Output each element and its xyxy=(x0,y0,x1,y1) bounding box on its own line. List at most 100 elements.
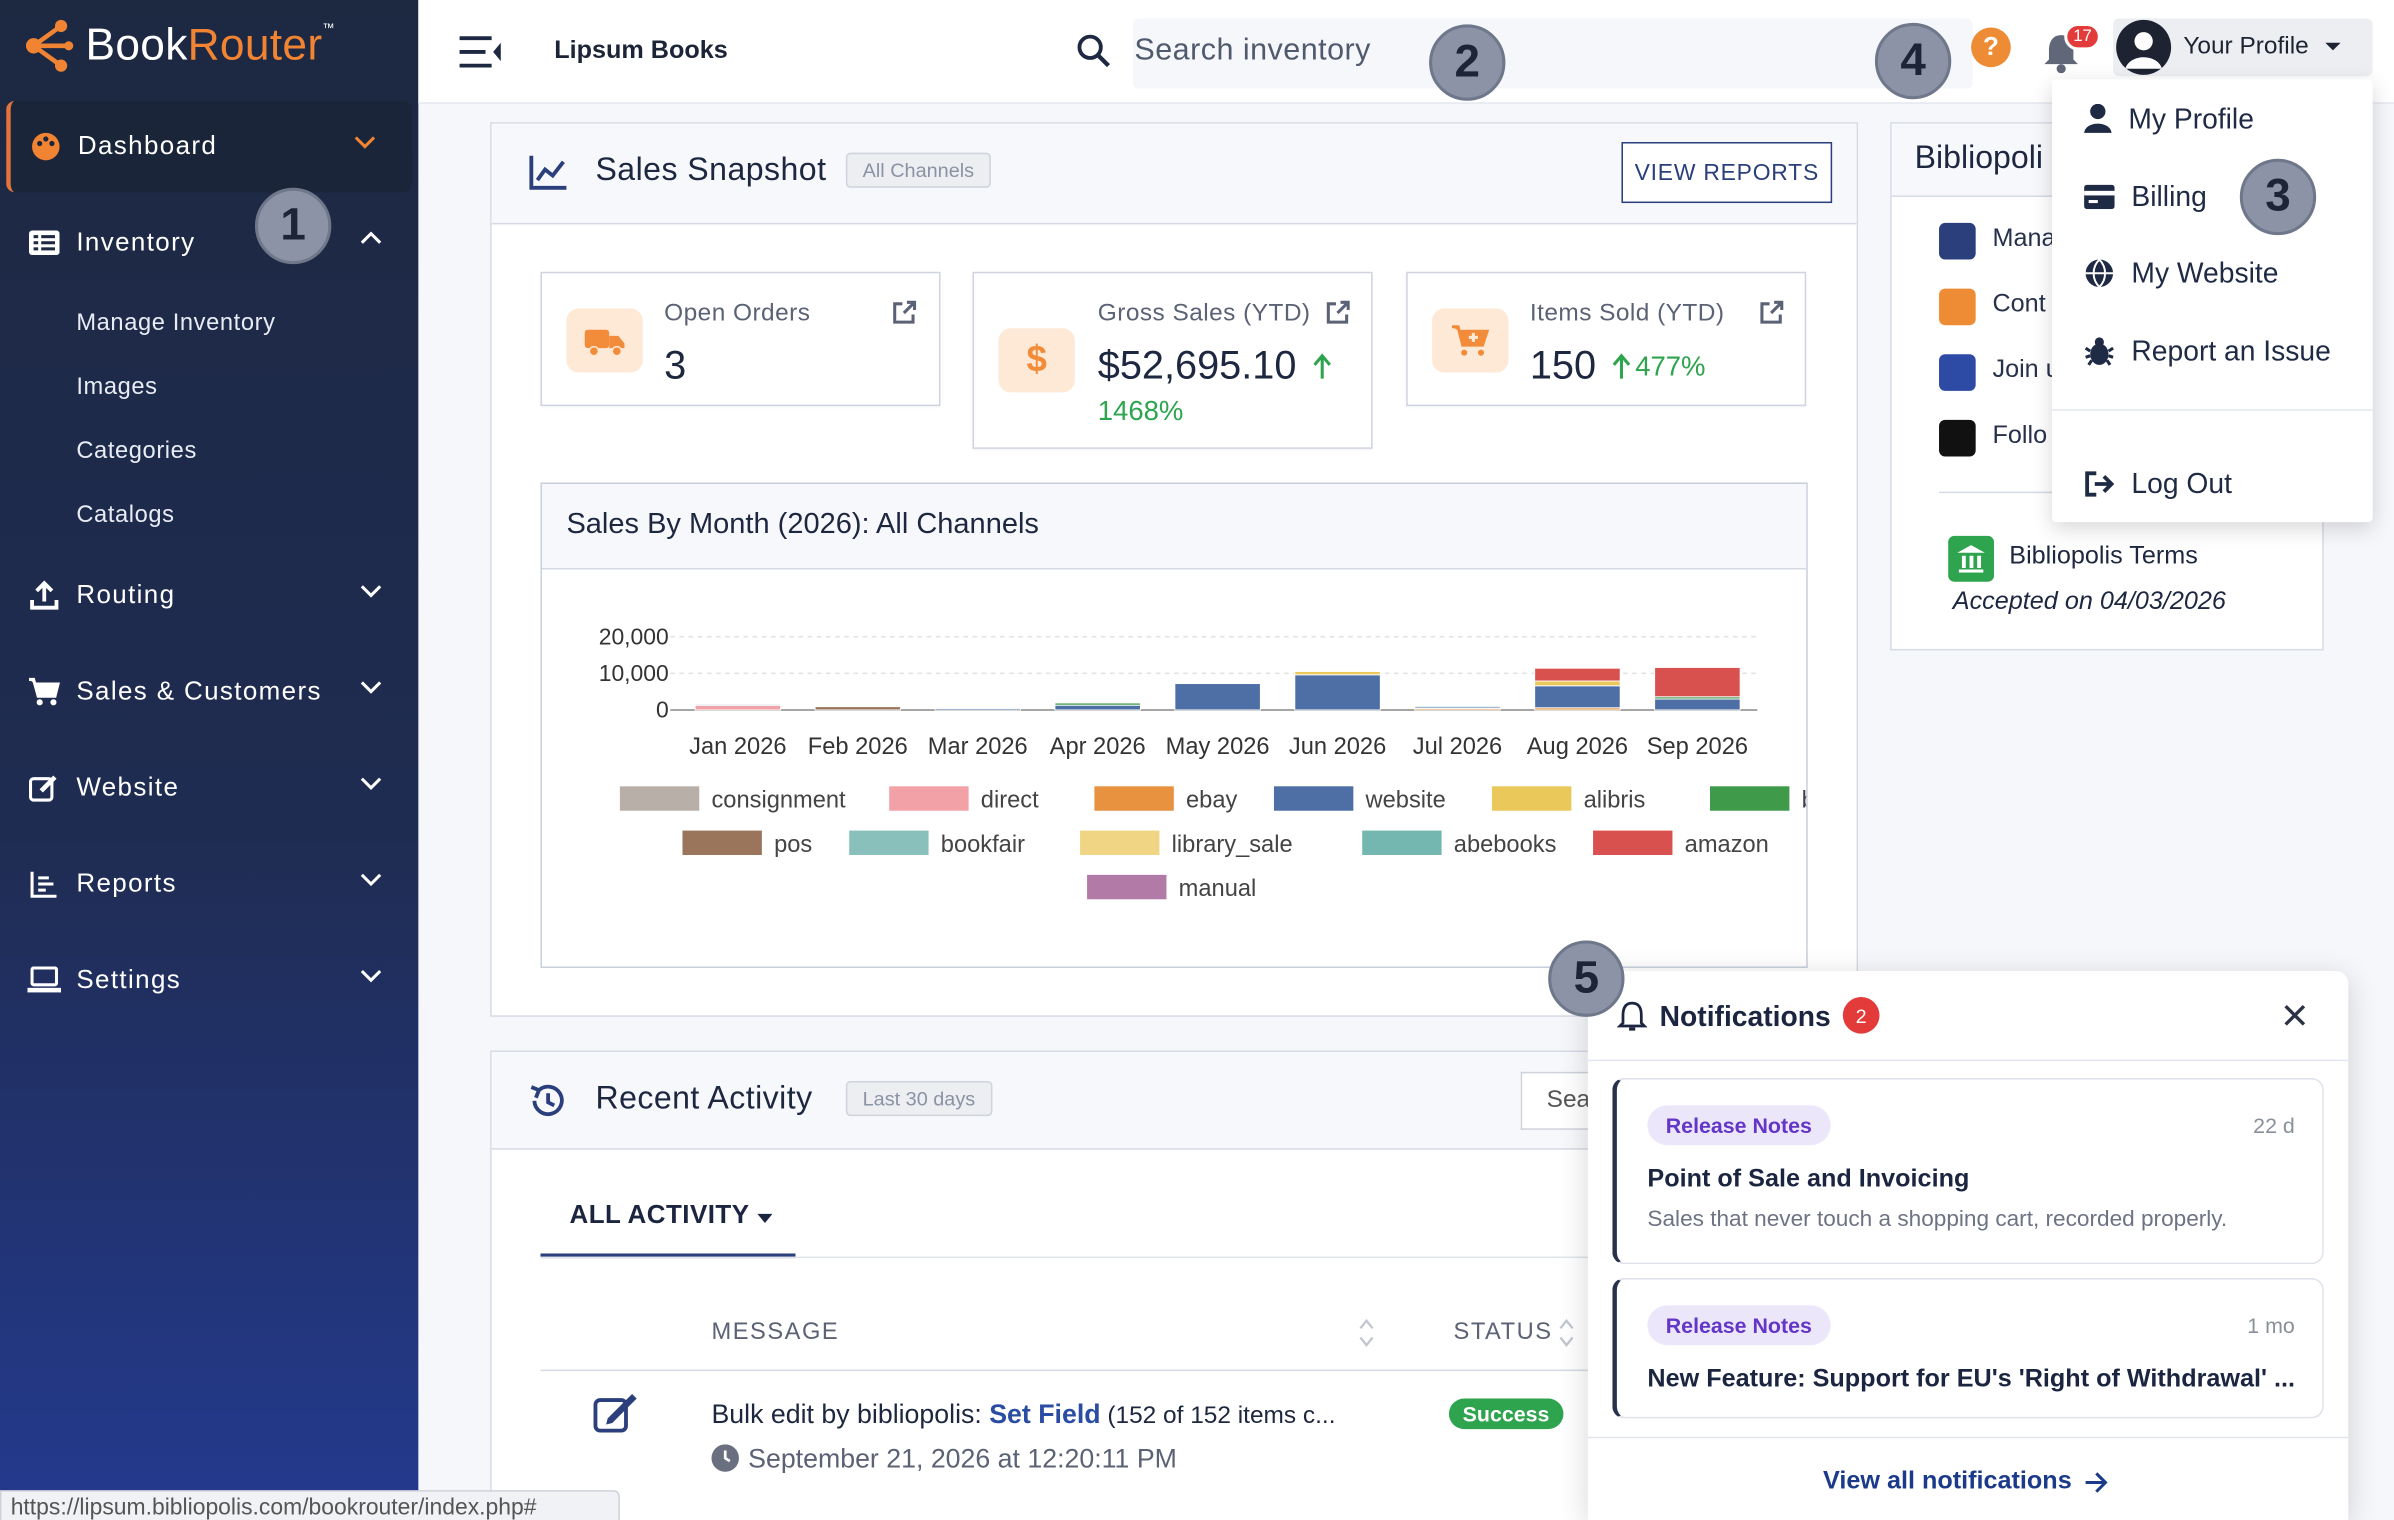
notification-title: Point of Sale and Invoicing xyxy=(1647,1164,1970,1193)
legend-label: consignment xyxy=(711,788,846,814)
legend-swatch xyxy=(1273,786,1354,811)
y-tick-label: 0 xyxy=(656,697,669,723)
help-icon[interactable]: ? xyxy=(1971,27,2011,68)
menu-item-billing[interactable]: Billing xyxy=(2084,180,2207,214)
legend-swatch xyxy=(1710,786,1790,811)
sidebar-item-sales-customers[interactable]: Sales & Customers xyxy=(0,646,418,738)
sidebar-subitem-catalogs[interactable]: Catalogs xyxy=(76,502,174,529)
menu-item-label: Log Out xyxy=(2131,467,2232,500)
notification-item[interactable]: Release Notes 1 mo New Feature: Support … xyxy=(1612,1277,2324,1419)
divider xyxy=(540,1369,1594,1372)
edit-icon xyxy=(593,1393,637,1433)
sidebar-item-reports[interactable]: Reports xyxy=(0,838,418,930)
x-tick-label: Jul 2026 xyxy=(1413,734,1502,760)
legend-label: bookfair xyxy=(941,832,1025,858)
chevron-down-icon xyxy=(360,873,382,887)
side-link-follow[interactable]: Follo xyxy=(1992,421,2047,450)
chevron-down-icon xyxy=(360,681,382,694)
menu-item-log-out[interactable]: Log Out xyxy=(2084,467,2232,501)
bar-segment xyxy=(1534,680,1621,687)
globe-icon xyxy=(2085,258,2114,288)
legend-swatch xyxy=(889,786,969,811)
notification-title: New Feature: Support for EU's 'Right of … xyxy=(1647,1364,2295,1393)
callout-badge-1: 1 xyxy=(254,187,332,265)
col-header-message[interactable]: MESSAGE xyxy=(711,1319,839,1346)
legend-swatch xyxy=(1491,786,1572,811)
profile-label: Your Profile xyxy=(2183,33,2309,60)
divider xyxy=(1587,1059,2349,1062)
cart-icon xyxy=(27,676,61,707)
bar-segment xyxy=(934,708,1021,711)
sidebar-item-routing[interactable]: Routing xyxy=(0,550,418,642)
sort-icon[interactable] xyxy=(1557,1316,1575,1350)
stat-open-orders[interactable]: Open Orders 3 xyxy=(540,271,941,407)
snapshot-title: Sales Snapshot xyxy=(595,152,827,188)
menu-item-label: My Profile xyxy=(2128,102,2254,135)
menu-item-report-issue[interactable]: Report an Issue xyxy=(2084,334,2331,368)
menu-item-my-profile[interactable]: My Profile xyxy=(2084,102,2254,136)
notification-item[interactable]: Release Notes 22 d Point of Sale and Inv… xyxy=(1612,1077,2324,1265)
view-reports-button[interactable]: VIEW REPORTS xyxy=(1621,141,1833,204)
logout-icon xyxy=(2085,471,2115,497)
brand-logo[interactable]: BookRouter™ xyxy=(21,18,335,73)
external-link-icon[interactable] xyxy=(1757,299,1784,326)
sidebar: BookRouter™ Dashboard Inventory Manage I… xyxy=(0,0,419,1520)
sidebar-subitem-manage-inventory[interactable]: Manage Inventory xyxy=(76,310,275,337)
profile-dropdown-menu xyxy=(2052,79,2373,523)
sort-icon[interactable] xyxy=(1357,1316,1375,1350)
x-tick-label: May 2026 xyxy=(1166,734,1270,760)
side-link-join[interactable]: Join u xyxy=(1992,356,2059,385)
external-link-icon[interactable] xyxy=(1324,299,1351,326)
sidebar-item-label: Routing xyxy=(76,580,176,610)
menu-item-my-website[interactable]: My Website xyxy=(2084,257,2278,291)
stat-items-sold[interactable]: Items Sold (YTD) 150 477% xyxy=(1406,271,1807,407)
close-icon[interactable] xyxy=(2283,1003,2307,1027)
sidebar-item-dashboard[interactable]: Dashboard xyxy=(6,100,413,193)
legend-swatch xyxy=(1593,830,1673,856)
stat-change: 1468% xyxy=(1097,395,1184,426)
legend-label: library_sale xyxy=(1172,832,1293,858)
message-link[interactable]: Set Field xyxy=(989,1399,1100,1430)
tab-label: ALL ACTIVITY xyxy=(569,1200,750,1230)
laptop-icon xyxy=(27,966,62,993)
sidebar-item-label: Sales & Customers xyxy=(76,676,322,706)
y-tick-label: 10,000 xyxy=(599,660,669,686)
bar-segment xyxy=(1054,702,1141,706)
sidebar-subitem-categories[interactable]: Categories xyxy=(76,438,197,465)
terms-title[interactable]: Bibliopolis Terms xyxy=(2009,542,2198,571)
tab-all-activity[interactable]: ALL ACTIVITY xyxy=(569,1200,772,1231)
callout-badge-5: 5 xyxy=(1548,940,1625,1017)
activity-title: Recent Activity xyxy=(595,1080,813,1117)
arrow-up-icon xyxy=(1612,353,1631,379)
col-header-status[interactable]: STATUS xyxy=(1454,1319,1553,1346)
sidebar-item-settings[interactable]: Settings xyxy=(0,934,418,1026)
callout-badge-2: 2 xyxy=(1429,24,1506,101)
stat-value: 150 xyxy=(1529,342,1597,388)
chevron-down-icon xyxy=(360,585,382,598)
cart-plus-icon xyxy=(1432,308,1509,373)
legend-swatch xyxy=(1080,830,1160,856)
view-all-notifications-link[interactable]: View all notifications xyxy=(1823,1467,2108,1496)
sidebar-item-website[interactable]: Website xyxy=(0,742,418,834)
terms-accepted: Accepted on 04/03/2026 xyxy=(1952,587,2226,616)
store-name: Lipsum Books xyxy=(554,36,728,65)
sidebar-subitem-images[interactable]: Images xyxy=(76,374,157,401)
menu-toggle-icon[interactable] xyxy=(458,34,504,71)
sidebar-item-inventory[interactable]: Inventory xyxy=(0,197,418,289)
search-placeholder[interactable]: Search inventory xyxy=(1134,34,1370,69)
side-link-contact[interactable]: Cont xyxy=(1992,290,2045,319)
dollar-icon: $ xyxy=(998,328,1075,393)
arrow-right-icon xyxy=(2085,1471,2108,1492)
phone-icon xyxy=(1939,288,1976,326)
search-icon[interactable] xyxy=(1076,34,1113,71)
side-link-manage[interactable]: Mana xyxy=(1992,224,2055,253)
external-link-icon[interactable] xyxy=(890,299,917,326)
link-label: View all notifications xyxy=(1822,1467,2072,1495)
y-tick-label: 20,000 xyxy=(599,623,669,649)
message-suffix: (152 of 152 items c... xyxy=(1100,1403,1336,1430)
stat-gross-sales[interactable]: $ Gross Sales (YTD) $52,695.10 1468% xyxy=(972,271,1373,449)
sidebar-item-label: Website xyxy=(76,772,180,802)
legend-swatch xyxy=(1087,874,1167,900)
profile-button[interactable]: Your Profile xyxy=(2113,18,2373,77)
stat-label: Open Orders xyxy=(664,300,811,327)
